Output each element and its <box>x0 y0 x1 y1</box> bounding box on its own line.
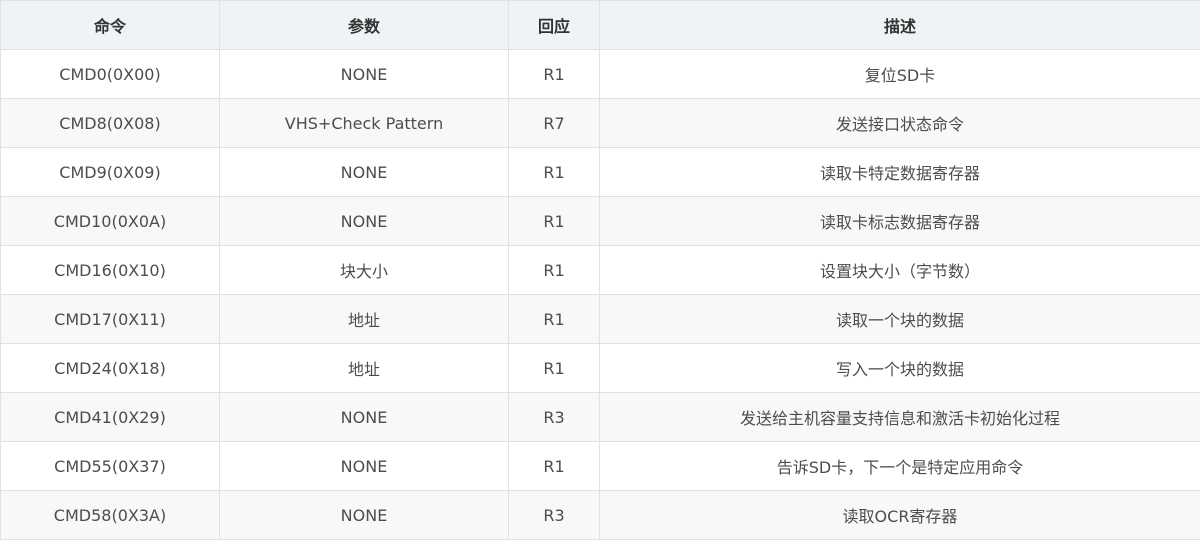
cell-command: CMD24(0X18) <box>1 344 220 393</box>
cell-response: R3 <box>509 491 600 540</box>
cell-command: CMD41(0X29) <box>1 393 220 442</box>
cell-command: CMD58(0X3A) <box>1 491 220 540</box>
table-row: CMD10(0X0A) NONE R1 读取卡标志数据寄存器 <box>1 197 1200 246</box>
cell-response: R1 <box>509 442 600 491</box>
cell-argument: NONE <box>220 197 509 246</box>
table-row: CMD58(0X3A) NONE R3 读取OCR寄存器 <box>1 491 1200 540</box>
header-response: 回应 <box>509 1 600 50</box>
cell-argument: VHS+Check Pattern <box>220 99 509 148</box>
cell-response: R1 <box>509 246 600 295</box>
header-row: 命令 参数 回应 描述 <box>1 1 1200 50</box>
cell-description: 写入一个块的数据 <box>600 344 1200 393</box>
table-row: CMD16(0X10) 块大小 R1 设置块大小（字节数） <box>1 246 1200 295</box>
cell-argument: NONE <box>220 442 509 491</box>
cell-command: CMD8(0X08) <box>1 99 220 148</box>
cell-description: 读取卡标志数据寄存器 <box>600 197 1200 246</box>
header-argument: 参数 <box>220 1 509 50</box>
cell-command: CMD9(0X09) <box>1 148 220 197</box>
cell-description: 设置块大小（字节数） <box>600 246 1200 295</box>
cell-command: CMD16(0X10) <box>1 246 220 295</box>
table-row: CMD0(0X00) NONE R1 复位SD卡 <box>1 50 1200 99</box>
cell-argument: 块大小 <box>220 246 509 295</box>
cell-command: CMD0(0X00) <box>1 50 220 99</box>
cell-response: R3 <box>509 393 600 442</box>
cell-response: R1 <box>509 197 600 246</box>
cell-command: CMD17(0X11) <box>1 295 220 344</box>
cell-argument: 地址 <box>220 295 509 344</box>
cell-argument: NONE <box>220 393 509 442</box>
cell-command: CMD55(0X37) <box>1 442 220 491</box>
table-header: 命令 参数 回应 描述 <box>1 1 1200 50</box>
cell-description: 发送给主机容量支持信息和激活卡初始化过程 <box>600 393 1200 442</box>
table-row: CMD55(0X37) NONE R1 告诉SD卡，下一个是特定应用命令 <box>1 442 1200 491</box>
cell-description: 读取卡特定数据寄存器 <box>600 148 1200 197</box>
header-command: 命令 <box>1 1 220 50</box>
cell-description: 发送接口状态命令 <box>600 99 1200 148</box>
sd-command-table: 命令 参数 回应 描述 CMD0(0X00) NONE R1 复位SD卡 CMD… <box>0 0 1200 540</box>
cell-argument: NONE <box>220 148 509 197</box>
cell-response: R1 <box>509 344 600 393</box>
cell-command: CMD10(0X0A) <box>1 197 220 246</box>
cell-description: 读取一个块的数据 <box>600 295 1200 344</box>
cell-response: R7 <box>509 99 600 148</box>
table-body: CMD0(0X00) NONE R1 复位SD卡 CMD8(0X08) VHS+… <box>1 50 1200 540</box>
cell-description: 复位SD卡 <box>600 50 1200 99</box>
cell-response: R1 <box>509 50 600 99</box>
cell-description: 读取OCR寄存器 <box>600 491 1200 540</box>
cell-response: R1 <box>509 148 600 197</box>
table-row: CMD8(0X08) VHS+Check Pattern R7 发送接口状态命令 <box>1 99 1200 148</box>
cell-argument: 地址 <box>220 344 509 393</box>
table-row: CMD24(0X18) 地址 R1 写入一个块的数据 <box>1 344 1200 393</box>
cell-description: 告诉SD卡，下一个是特定应用命令 <box>600 442 1200 491</box>
table-row: CMD9(0X09) NONE R1 读取卡特定数据寄存器 <box>1 148 1200 197</box>
header-description: 描述 <box>600 1 1200 50</box>
table-row: CMD17(0X11) 地址 R1 读取一个块的数据 <box>1 295 1200 344</box>
cell-argument: NONE <box>220 491 509 540</box>
table-row: CMD41(0X29) NONE R3 发送给主机容量支持信息和激活卡初始化过程 <box>1 393 1200 442</box>
cell-argument: NONE <box>220 50 509 99</box>
cell-response: R1 <box>509 295 600 344</box>
